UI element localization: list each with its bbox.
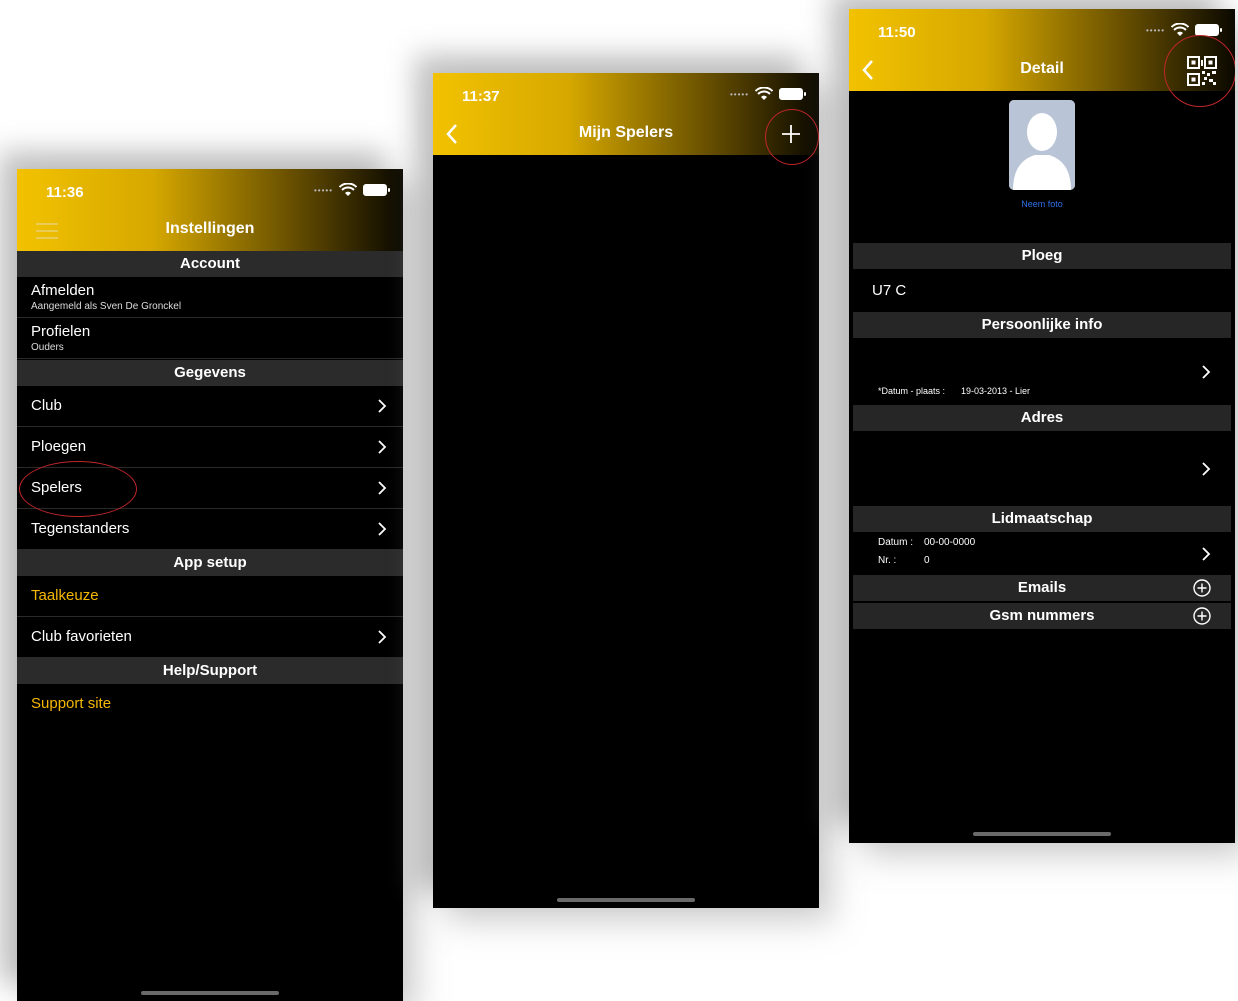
person-silhouette-icon xyxy=(1009,100,1075,190)
row-afmelden[interactable]: Afmelden Aangemeld als Sven De Gronckel xyxy=(17,277,403,318)
row-adres[interactable] xyxy=(853,431,1231,505)
signal-icon: ••••• xyxy=(313,185,333,195)
section-label: Emails xyxy=(1017,579,1067,596)
phone-settings: 11:36 ••••• Instellingen Account Afmelde… xyxy=(17,169,403,1001)
datum-plaats-value: 19-03-2013 - Lier xyxy=(961,386,1031,396)
section-help-support: Help/Support xyxy=(17,658,403,684)
chevron-right-icon xyxy=(1202,547,1211,561)
chevron-right-icon xyxy=(378,399,387,413)
highlight-circle xyxy=(765,109,819,165)
home-indicator xyxy=(973,832,1111,836)
section-ploeg: Ploeg xyxy=(853,243,1231,269)
add-email-icon[interactable] xyxy=(1193,579,1211,597)
row-profielen[interactable]: Profielen Ouders xyxy=(17,318,403,359)
chevron-right-icon xyxy=(1202,365,1211,379)
chevron-right-icon xyxy=(378,440,387,454)
signal-icon: ••••• xyxy=(1145,25,1165,35)
section-label: Gsm nummers xyxy=(989,607,1095,624)
nr-label: Nr. : xyxy=(878,555,897,566)
row-label: Club favorieten xyxy=(31,628,132,645)
section-app-setup: App setup xyxy=(17,550,403,576)
ploeg-value: U7 C xyxy=(872,282,907,299)
nr-value: 0 xyxy=(924,555,930,566)
row-lidmaatschap[interactable]: Datum : 00-00-0000 Nr. : 0 xyxy=(853,532,1231,576)
row-club-favorieten[interactable]: Club favorieten xyxy=(17,617,403,658)
page-title: Mijn Spelers xyxy=(578,124,674,141)
battery-icon xyxy=(363,184,390,196)
section-emails: Emails xyxy=(853,575,1231,601)
avatar[interactable] xyxy=(1009,100,1075,190)
nav-bar: 11:36 ••••• Instellingen xyxy=(17,169,403,251)
highlight-circle xyxy=(19,461,137,517)
highlight-circle xyxy=(1164,35,1235,107)
phone-detail: 11:50 ••••• Detail Neem foto Ploeg U7 C … xyxy=(849,9,1235,843)
row-label: Afmelden xyxy=(31,282,95,299)
page-title: Instellingen xyxy=(165,220,255,237)
row-support-site[interactable]: Support site xyxy=(17,684,403,724)
datum-value: 00-00-0000 xyxy=(924,537,976,548)
section-gegevens: Gegevens xyxy=(17,360,403,386)
row-label: Tegenstanders xyxy=(31,520,130,537)
wifi-icon xyxy=(755,87,773,100)
row-club[interactable]: Club xyxy=(17,386,403,427)
battery-icon xyxy=(779,88,806,100)
row-sublabel: Ouders xyxy=(31,342,64,353)
chevron-right-icon xyxy=(378,522,387,536)
status-time: 11:37 xyxy=(462,88,500,105)
take-photo-link[interactable]: Neem foto xyxy=(849,199,1235,209)
row-label: Ploegen xyxy=(31,438,87,455)
section-adres: Adres xyxy=(853,405,1231,431)
home-indicator xyxy=(141,991,279,995)
status-time: 11:36 xyxy=(46,184,84,201)
row-label: Club xyxy=(31,397,62,414)
status-icons: ••••• xyxy=(313,183,390,197)
row-taalkeuze[interactable]: Taalkeuze xyxy=(17,576,403,617)
signal-icon: ••••• xyxy=(729,89,749,99)
wifi-icon xyxy=(1171,23,1189,36)
datum-label: Datum : xyxy=(878,537,914,548)
status-icons: ••••• xyxy=(729,87,806,101)
wifi-icon xyxy=(339,183,357,196)
section-persoonlijke-info: Persoonlijke info xyxy=(853,312,1231,338)
status-icons: ••••• xyxy=(1145,23,1222,37)
home-indicator xyxy=(557,898,695,902)
section-gsm-nummers: Gsm nummers xyxy=(853,603,1231,629)
section-account: Account xyxy=(17,251,403,277)
section-lidmaatschap: Lidmaatschap xyxy=(853,506,1231,532)
chevron-right-icon xyxy=(378,481,387,495)
row-persoonlijke-info[interactable]: *Datum - plaats : 19-03-2013 - Lier xyxy=(853,338,1231,402)
row-label: Taalkeuze xyxy=(31,587,99,604)
add-phone-icon[interactable] xyxy=(1193,607,1211,625)
row-label: Support site xyxy=(31,695,112,712)
row-label: Profielen xyxy=(31,323,91,340)
chevron-right-icon xyxy=(1202,462,1211,476)
nav-bar: 11:37 ••••• Mijn Spelers xyxy=(433,73,819,155)
phone-mijn-spelers: 11:37 ••••• Mijn Spelers xyxy=(433,73,819,908)
datum-plaats-label: *Datum - plaats : xyxy=(878,386,946,396)
row-sublabel: Aangemeld als Sven De Gronckel xyxy=(31,301,182,312)
chevron-right-icon xyxy=(378,630,387,644)
status-time: 11:50 xyxy=(878,24,916,41)
